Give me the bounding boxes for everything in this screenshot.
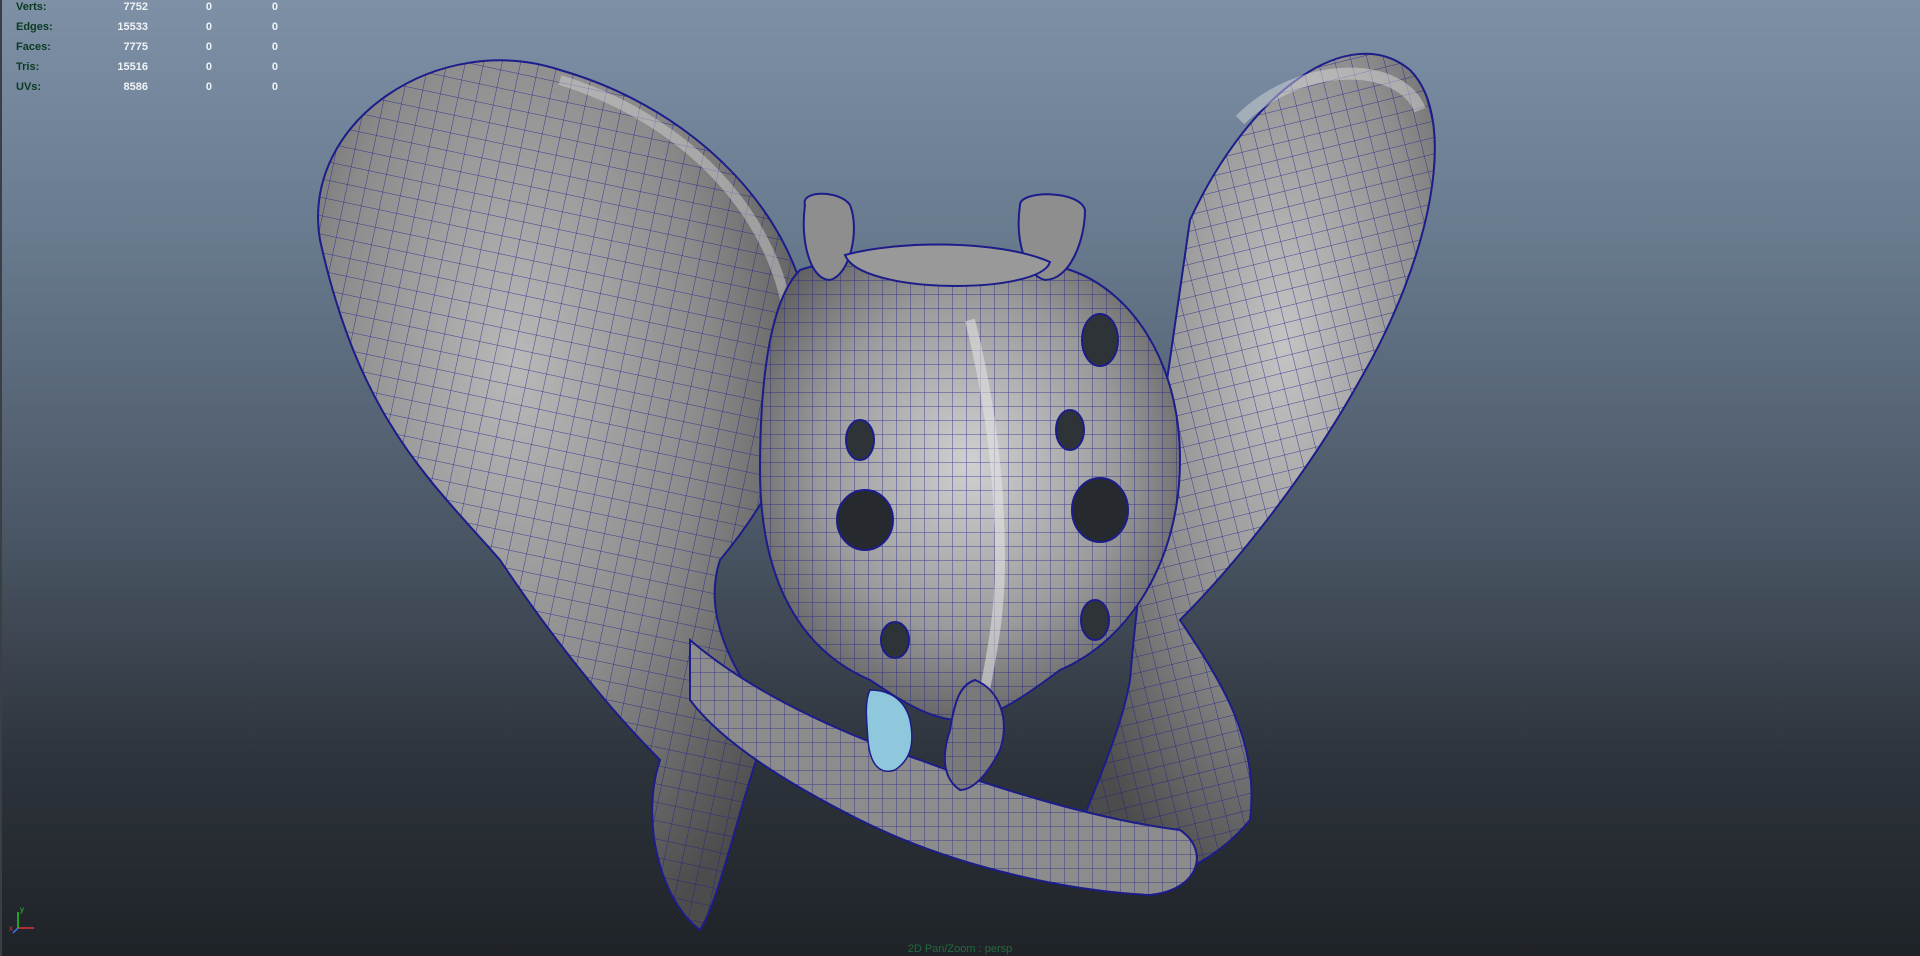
hud-value: 0 [271,21,278,33]
hud-value: 0 [205,41,212,53]
hud-value: 7752 [123,1,148,13]
sacral-foramen [845,419,875,461]
hud-value: 0 [271,81,278,93]
hud-label: Tris: [16,61,40,73]
hud-value: 0 [271,41,278,53]
sacral-foramen [880,621,910,659]
hud-value: 8586 [123,81,148,93]
hud-value: 0 [205,1,212,13]
left-ilium[interactable] [317,59,812,932]
hud-value: 0 [205,81,212,93]
axis-gizmo-icon: x y [9,905,34,934]
hud-value: 15516 [117,61,148,73]
pelvis-mesh[interactable] [0,0,1920,956]
hud-row-uvs: UVs: 8586 0 0 [16,77,278,97]
hud-value: 0 [205,21,212,33]
hud-label: Verts: [16,1,47,13]
hud-label: Edges: [16,21,53,33]
axis-y-label: y [20,905,24,914]
hud-label: Faces: [16,41,51,53]
sacral-foramen [1080,599,1110,641]
poly-count-hud: Verts: 7752 0 0 Edges: 15533 0 0 Faces: … [16,0,278,97]
hud-value: 0 [271,61,278,73]
3d-viewport[interactable]: Verts: 7752 0 0 Edges: 15533 0 0 Faces: … [0,0,1920,956]
sacral-foramen [1071,477,1129,543]
hud-value: 15533 [117,21,148,33]
hud-label: UVs: [16,81,42,93]
hud-row-verts: Verts: 7752 0 0 [16,0,278,17]
hud-value: 0 [205,61,212,73]
hud-row-tris: Tris: 15516 0 0 [16,57,278,77]
axis-x-label: x [9,924,13,933]
sacral-foramen [1081,313,1119,367]
sacral-foramen [836,489,894,551]
sacral-foramen [1055,409,1085,451]
hud-row-faces: Faces: 7775 0 0 [16,37,278,57]
hud-row-edges: Edges: 15533 0 0 [16,17,278,37]
camera-label: 2D Pan/Zoom : persp [907,943,1013,955]
hud-value: 0 [271,1,278,13]
sacrum[interactable] [758,252,1182,722]
hud-value: 7775 [123,41,148,53]
